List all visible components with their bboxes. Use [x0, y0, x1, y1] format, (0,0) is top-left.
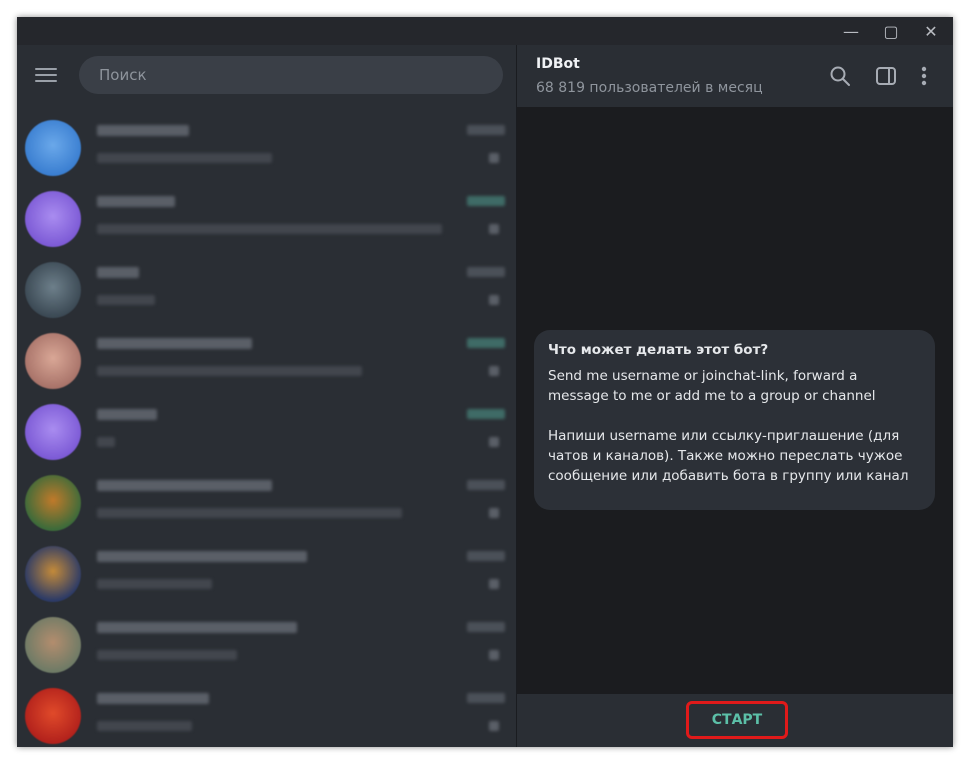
bot-info-line: Send me username or joinchat-link, forwa… [548, 368, 858, 384]
chat-preview-obscured [97, 650, 237, 660]
chat-badge-obscured [489, 508, 499, 518]
chat-badge-obscured [489, 579, 499, 589]
chat-preview-obscured [97, 437, 115, 447]
bot-info-bubble: Что может делать этот бот? Send me usern… [534, 330, 935, 510]
chat-badge-obscured [489, 721, 499, 731]
avatar [25, 546, 81, 602]
chat-time-obscured [467, 480, 505, 490]
chat-preview-obscured [97, 579, 212, 589]
chat-time-obscured [467, 338, 505, 348]
sidebar-toggle-icon[interactable] [873, 63, 899, 89]
chat-list-item[interactable] [17, 397, 516, 468]
chat-list-item[interactable] [17, 326, 516, 397]
avatar [25, 191, 81, 247]
maximize-button[interactable]: ▢ [871, 17, 911, 45]
chat-preview-obscured [97, 508, 402, 518]
telegram-window: — ▢ ✕ Поиск IDBot 68 819 пользователей в… [17, 17, 953, 747]
search-input[interactable]: Поиск [79, 56, 503, 94]
chat-time-obscured [467, 551, 505, 561]
avatar [25, 262, 81, 318]
chat-preview-obscured [97, 153, 272, 163]
avatar [25, 404, 81, 460]
chat-name-obscured [97, 480, 272, 491]
title-bar: — ▢ ✕ [17, 17, 953, 45]
chat-time-obscured [467, 622, 505, 632]
chat-time-obscured [467, 267, 505, 277]
chat-badge-obscured [489, 437, 499, 447]
more-vertical-icon[interactable] [911, 63, 937, 89]
chat-preview-obscured [97, 366, 362, 376]
chat-list-item[interactable] [17, 610, 516, 681]
bottom-action-bar: СТАРТ [517, 694, 953, 747]
chat-badge-obscured [489, 224, 499, 234]
chat-name-obscured [97, 693, 209, 704]
chat-subtitle: 68 819 пользователей в месяц [536, 80, 763, 96]
chat-name-obscured [97, 196, 175, 207]
hamburger-menu-icon[interactable] [35, 66, 59, 84]
chat-preview-obscured [97, 224, 442, 234]
chat-time-obscured [467, 125, 505, 135]
chat-name-obscured [97, 267, 139, 278]
bot-info-line: сообщение или добавить бота в группу или… [548, 468, 909, 484]
avatar [25, 475, 81, 531]
avatar [25, 120, 81, 176]
chat-name-obscured [97, 125, 189, 136]
chat-badge-obscured [489, 153, 499, 163]
chat-name-obscured [97, 551, 307, 562]
chat-preview-obscured [97, 295, 155, 305]
chat-time-obscured [467, 196, 505, 206]
bot-info-heading: Что может делать этот бот? [548, 342, 769, 358]
avatar [25, 617, 81, 673]
start-button[interactable]: СТАРТ [686, 701, 788, 739]
chat-name-obscured [97, 622, 297, 633]
chat-list-item[interactable] [17, 681, 516, 747]
chat-preview-obscured [97, 721, 192, 731]
chat-list-sidebar: Поиск [17, 45, 516, 747]
chat-time-obscured [467, 409, 505, 419]
chat-header: IDBot 68 819 пользователей в месяц [517, 45, 953, 107]
chat-list-item[interactable] [17, 468, 516, 539]
chat-badge-obscured [489, 650, 499, 660]
chat-name-obscured [97, 338, 252, 349]
chat-name-obscured [97, 409, 157, 420]
minimize-button[interactable]: — [831, 17, 871, 45]
chat-list-item[interactable] [17, 539, 516, 610]
bot-info-line: чатов и каналов). Также можно переслать … [548, 448, 903, 464]
chat-time-obscured [467, 693, 505, 703]
chat-panel: IDBot 68 819 пользователей в месяц Что м… [517, 45, 953, 747]
search-icon[interactable] [827, 63, 853, 89]
close-button[interactable]: ✕ [911, 17, 951, 45]
avatar [25, 333, 81, 389]
chat-badge-obscured [489, 295, 499, 305]
chat-list-item[interactable] [17, 113, 516, 184]
chat-title[interactable]: IDBot [536, 56, 580, 72]
bot-info-line: Напиши username или ссылку-приглашение (… [548, 428, 900, 444]
chat-list-item[interactable] [17, 255, 516, 326]
bot-info-line: message to me or add me to a group or ch… [548, 388, 876, 404]
chat-list-item[interactable] [17, 184, 516, 255]
chat-badge-obscured [489, 366, 499, 376]
avatar [25, 688, 81, 744]
